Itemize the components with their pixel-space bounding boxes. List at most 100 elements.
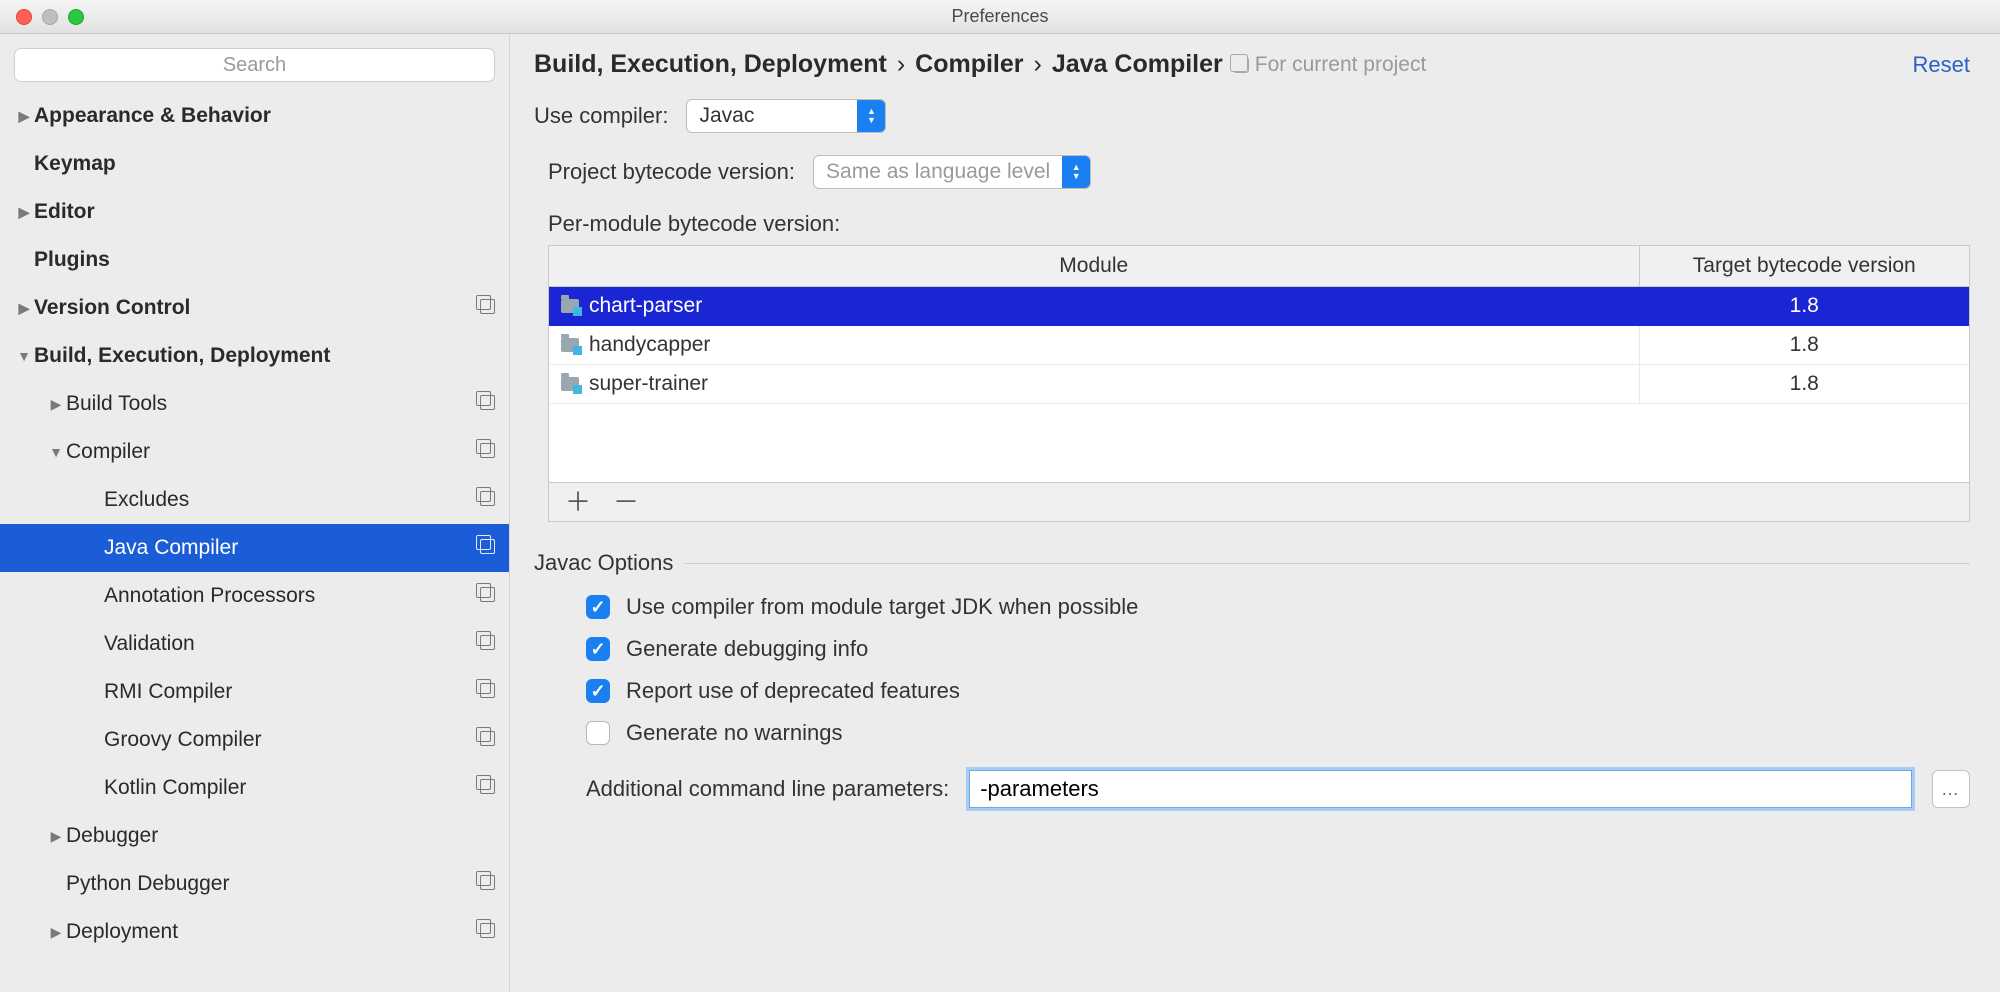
- opt-no-warnings-checkbox[interactable]: [586, 721, 610, 745]
- sidebar-item-compiler[interactable]: ▼Compiler: [0, 428, 509, 476]
- project-scope-badge-icon: [479, 922, 495, 943]
- settings-tree[interactable]: ▶Appearance & BehaviorKeymap▶EditorPlugi…: [0, 92, 509, 992]
- sidebar-item-java-compiler[interactable]: Java Compiler: [0, 524, 509, 572]
- project-scope-icon: [1233, 57, 1249, 73]
- cmd-params-expand-button[interactable]: …: [1932, 770, 1970, 808]
- project-bytecode-label: Project bytecode version:: [548, 159, 795, 185]
- sidebar-item-validation[interactable]: Validation: [0, 620, 509, 668]
- cmd-params-input[interactable]: [969, 770, 1912, 808]
- sidebar-item-plugins[interactable]: Plugins: [0, 236, 509, 284]
- remove-row-button[interactable]: －: [613, 493, 639, 511]
- reset-link[interactable]: Reset: [1913, 52, 1970, 78]
- table-row[interactable]: handycapper1.8: [549, 326, 1969, 365]
- sidebar-item-deployment[interactable]: ▶Deployment: [0, 908, 509, 956]
- folder-icon: [561, 338, 579, 352]
- sidebar-item-label: RMI Compiler: [104, 680, 479, 704]
- chevron-right-icon: ›: [1034, 50, 1042, 79]
- settings-content: Build, Execution, Deployment › Compiler …: [510, 34, 2000, 992]
- module-name: super-trainer: [589, 372, 708, 395]
- sidebar-item-label: Java Compiler: [104, 536, 479, 560]
- project-bytecode-value: Same as language level: [814, 156, 1062, 188]
- chevron-right-icon: ▶: [46, 828, 66, 845]
- sidebar-item-debugger[interactable]: ▶Debugger: [0, 812, 509, 860]
- sidebar-item-excludes[interactable]: Excludes: [0, 476, 509, 524]
- module-bytecode-table: Module Target bytecode version chart-par…: [548, 245, 1970, 522]
- chevron-right-icon: ▶: [46, 924, 66, 941]
- sidebar-item-label: Excludes: [104, 488, 479, 512]
- bytecode-version-cell[interactable]: 1.8: [1639, 365, 1969, 404]
- opt-no-warnings-label: Generate no warnings: [626, 720, 842, 746]
- sidebar-item-python-debugger[interactable]: Python Debugger: [0, 860, 509, 908]
- module-cell: chart-parser: [549, 287, 1639, 326]
- use-compiler-label: Use compiler:: [534, 103, 668, 129]
- sidebar-item-version-control[interactable]: ▶Version Control: [0, 284, 509, 332]
- sidebar-item-build-tools[interactable]: ▶Build Tools: [0, 380, 509, 428]
- sidebar-item-build-execution-deployment[interactable]: ▼Build, Execution, Deployment: [0, 332, 509, 380]
- minimize-window-button[interactable]: [42, 9, 58, 25]
- project-scope-badge-icon: [479, 490, 495, 511]
- opt-debug-info-label: Generate debugging info: [626, 636, 868, 662]
- module-cell: super-trainer: [549, 365, 1639, 404]
- sidebar-item-label: Compiler: [66, 440, 479, 464]
- opt-use-module-jdk-checkbox[interactable]: ✓: [586, 595, 610, 619]
- sidebar-item-kotlin-compiler[interactable]: Kotlin Compiler: [0, 764, 509, 812]
- project-scope-badge-icon: [479, 586, 495, 607]
- stepper-arrows-icon: ▲▼: [857, 100, 885, 132]
- chevron-right-icon: ▶: [14, 108, 34, 125]
- bytecode-version-cell[interactable]: 1.8: [1639, 287, 1969, 326]
- sidebar-item-rmi-compiler[interactable]: RMI Compiler: [0, 668, 509, 716]
- javac-options-heading: Javac Options: [534, 550, 673, 576]
- project-scope-badge-icon: [479, 538, 495, 559]
- breadcrumb-segment: Compiler: [915, 50, 1023, 79]
- project-scope-badge-icon: [479, 874, 495, 895]
- sidebar-item-editor[interactable]: ▶Editor: [0, 188, 509, 236]
- table-header-module[interactable]: Module: [549, 246, 1639, 287]
- sidebar-item-annotation-processors[interactable]: Annotation Processors: [0, 572, 509, 620]
- chevron-right-icon: ›: [897, 50, 905, 79]
- sidebar-item-keymap[interactable]: Keymap: [0, 140, 509, 188]
- module-cell: handycapper: [549, 326, 1639, 365]
- cmd-params-label: Additional command line parameters:: [586, 776, 949, 802]
- per-module-label: Per-module bytecode version:: [548, 211, 1970, 237]
- opt-debug-info-checkbox[interactable]: ✓: [586, 637, 610, 661]
- table-header-version[interactable]: Target bytecode version: [1639, 246, 1969, 287]
- opt-deprecated-checkbox[interactable]: ✓: [586, 679, 610, 703]
- zoom-window-button[interactable]: [68, 9, 84, 25]
- use-compiler-select[interactable]: Javac ▲▼: [686, 99, 886, 133]
- sidebar-item-groovy-compiler[interactable]: Groovy Compiler: [0, 716, 509, 764]
- sidebar-item-label: Build, Execution, Deployment: [34, 344, 495, 368]
- sidebar-item-label: Editor: [34, 200, 495, 224]
- module-name: chart-parser: [589, 294, 702, 317]
- sidebar-item-label: Appearance & Behavior: [34, 104, 495, 128]
- chevron-right-icon: ▶: [14, 300, 34, 317]
- sidebar-item-label: Version Control: [34, 296, 479, 320]
- folder-icon: [561, 299, 579, 313]
- breadcrumb-segment: Java Compiler: [1052, 50, 1223, 79]
- table-row[interactable]: super-trainer 1.8: [549, 365, 1969, 404]
- use-compiler-value: Javac: [687, 100, 857, 132]
- close-window-button[interactable]: [16, 9, 32, 25]
- add-row-button[interactable]: ＋: [565, 493, 591, 511]
- sidebar-item-label: Python Debugger: [66, 872, 479, 896]
- sidebar-item-appearance-behavior[interactable]: ▶Appearance & Behavior: [0, 92, 509, 140]
- sidebar-item-label: Validation: [104, 632, 479, 656]
- window-title: Preferences: [951, 6, 1048, 27]
- search-input[interactable]: [14, 48, 495, 82]
- project-scope-badge-icon: [479, 730, 495, 751]
- settings-sidebar: ▶Appearance & BehaviorKeymap▶EditorPlugi…: [0, 34, 510, 992]
- sidebar-item-label: Annotation Processors: [104, 584, 479, 608]
- opt-deprecated-label: Report use of deprecated features: [626, 678, 960, 704]
- table-row[interactable]: chart-parser 1.8: [549, 287, 1969, 326]
- bytecode-version-cell[interactable]: 1.8: [1639, 326, 1969, 365]
- project-bytecode-select[interactable]: Same as language level ▲▼: [813, 155, 1091, 189]
- chevron-right-icon: ▶: [46, 396, 66, 413]
- stepper-arrows-icon: ▲▼: [1062, 156, 1090, 188]
- table-empty-area: [549, 404, 1969, 482]
- project-scope-badge-icon: [479, 442, 495, 463]
- opt-use-module-jdk-label: Use compiler from module target JDK when…: [626, 594, 1138, 620]
- sidebar-item-label: Deployment: [66, 920, 479, 944]
- chevron-down-icon: ▼: [14, 348, 34, 364]
- sidebar-item-label: Groovy Compiler: [104, 728, 479, 752]
- project-scope-badge-icon: [479, 682, 495, 703]
- sidebar-item-label: Plugins: [34, 248, 495, 272]
